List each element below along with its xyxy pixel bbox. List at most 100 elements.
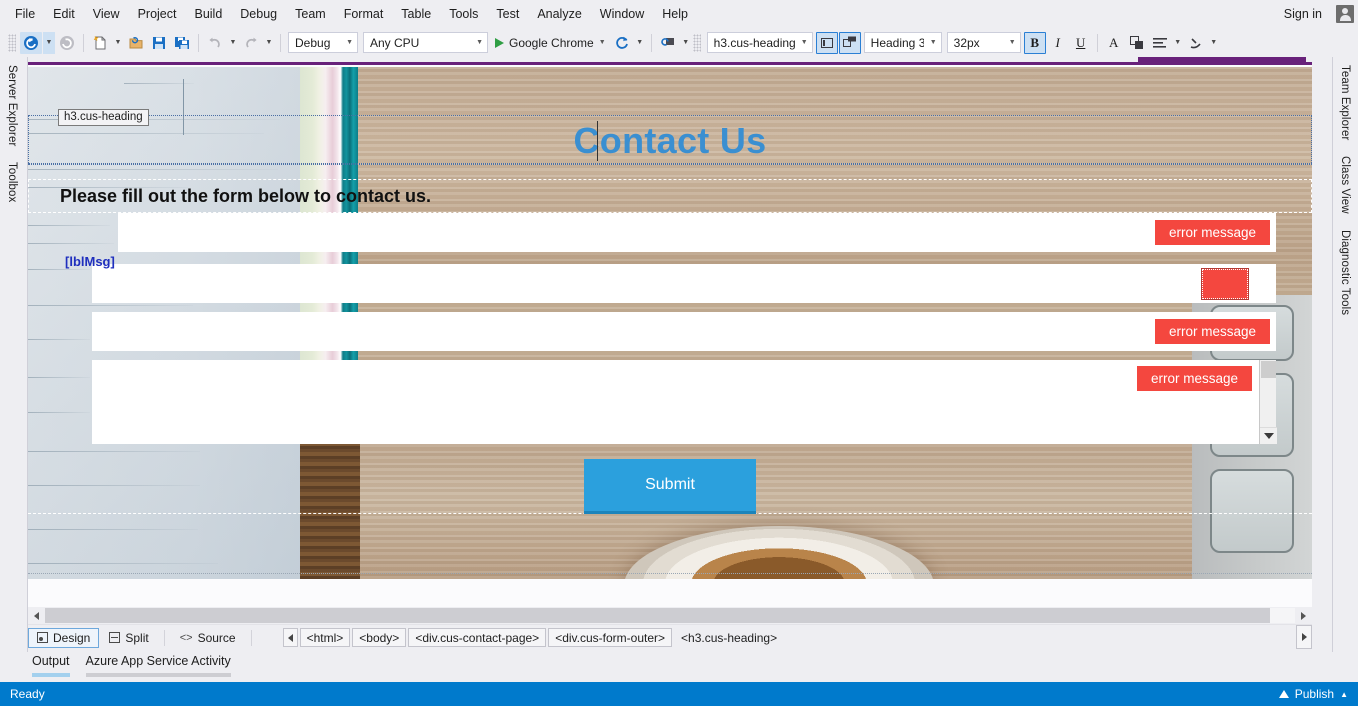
- tag-navigator-next-icon[interactable]: [1296, 625, 1312, 649]
- toolbar-grip-icon[interactable]: [8, 33, 16, 52]
- tab-split-view[interactable]: Split: [101, 628, 156, 648]
- scroll-right-icon[interactable]: [1295, 607, 1312, 624]
- menu-item-analyze[interactable]: Analyze: [528, 2, 590, 26]
- output-pane-tabs: Output Azure App Service Activity: [0, 652, 1358, 682]
- save-button[interactable]: [148, 32, 170, 54]
- publish-up-arrow-icon: [1278, 690, 1289, 698]
- page-subtitle[interactable]: Please fill out the form below to contac…: [28, 181, 1312, 211]
- scrollbar-thumb[interactable]: [45, 608, 1270, 623]
- tag-navigator-contact-page[interactable]: <div.cus-contact-page>: [408, 628, 547, 647]
- save-all-button[interactable]: [171, 32, 193, 54]
- error-message-1[interactable]: error message: [1154, 220, 1270, 245]
- align-dropdown-icon[interactable]: ▼: [1172, 32, 1184, 54]
- new-style-button[interactable]: [838, 31, 861, 54]
- tab-source-view[interactable]: <> Source: [172, 628, 244, 648]
- page-heading[interactable]: Contact Us: [28, 117, 1312, 165]
- navigate-backward-button[interactable]: [20, 31, 42, 54]
- design-canvas[interactable]: esc > < Contact Us Please fill out the f…: [28, 67, 1312, 579]
- clear-formatting-button[interactable]: [1185, 32, 1207, 54]
- menu-item-window[interactable]: Window: [591, 2, 653, 26]
- align-button[interactable]: [1149, 32, 1171, 54]
- block-format-combo[interactable]: Heading 3 ▼: [863, 32, 942, 53]
- signin-button[interactable]: Sign in: [1278, 4, 1328, 24]
- menu-item-debug[interactable]: Debug: [231, 2, 286, 26]
- browser-link-button[interactable]: [657, 32, 679, 54]
- italic-button[interactable]: I: [1047, 32, 1069, 54]
- navigate-forward-button[interactable]: [56, 32, 78, 54]
- underline-button[interactable]: U: [1070, 32, 1092, 54]
- error-message-2[interactable]: [1201, 267, 1249, 300]
- style-selector-combo[interactable]: h3.cus-heading ▼: [706, 32, 813, 53]
- tab-output-label: Output: [32, 654, 70, 668]
- solution-configuration-combo[interactable]: Debug ▼: [288, 32, 358, 53]
- new-file-dropdown-icon[interactable]: ▼: [112, 32, 124, 54]
- tab-azure-app-service-activity[interactable]: Azure App Service Activity: [78, 652, 239, 677]
- tag-navigator-html[interactable]: <html>: [299, 628, 351, 647]
- dock-tab-server-explorer[interactable]: Server Explorer: [0, 57, 24, 154]
- refresh-dropdown-icon[interactable]: ▼: [634, 32, 646, 54]
- menu-item-tools[interactable]: Tools: [440, 2, 487, 26]
- menu-item-format[interactable]: Format: [335, 2, 393, 26]
- background-color-button[interactable]: [1126, 32, 1148, 54]
- chevron-down-icon: ▼: [929, 39, 937, 46]
- toolbar-overflow-icon[interactable]: ▼: [1208, 32, 1220, 54]
- menu-item-view[interactable]: View: [84, 2, 129, 26]
- navigate-backward-dropdown-icon[interactable]: ▼: [43, 31, 55, 54]
- textarea-scrollbar-thumb[interactable]: [1261, 361, 1276, 378]
- redo-button[interactable]: [240, 32, 262, 54]
- tag-navigator-body[interactable]: <body>: [352, 628, 407, 647]
- open-file-button[interactable]: [125, 32, 147, 54]
- scroll-left-icon[interactable]: [28, 607, 45, 624]
- message-textarea[interactable]: error message: [92, 360, 1277, 444]
- browser-link-dropdown-icon[interactable]: ▼: [680, 32, 692, 54]
- label-lblmsg[interactable]: [lblMsg]: [65, 254, 115, 269]
- menu-item-team[interactable]: Team: [286, 2, 335, 26]
- dock-tab-toolbox[interactable]: Toolbox: [0, 154, 24, 210]
- toolbar-separator: [650, 33, 652, 52]
- tag-navigator-form-outer[interactable]: <div.cus-form-outer>: [548, 628, 673, 647]
- submit-button[interactable]: Submit: [584, 459, 756, 514]
- textarea-scrollbar[interactable]: [1259, 360, 1277, 444]
- bold-button[interactable]: B: [1023, 31, 1046, 54]
- menu-item-project[interactable]: Project: [129, 2, 186, 26]
- solution-configuration-value: Debug: [295, 35, 331, 50]
- scrollbar-track[interactable]: [45, 608, 1295, 623]
- menu-item-build[interactable]: Build: [185, 2, 231, 26]
- redo-dropdown-icon[interactable]: ▼: [263, 32, 275, 54]
- tab-output[interactable]: Output: [24, 652, 78, 677]
- menu-item-table[interactable]: Table: [392, 2, 440, 26]
- toolbar-grip-icon[interactable]: [692, 33, 701, 52]
- chevron-down-icon: ▼: [476, 39, 483, 46]
- tag-navigator-h3-heading[interactable]: <h3.cus-heading>: [674, 628, 784, 647]
- new-file-button[interactable]: [89, 32, 111, 54]
- undo-dropdown-icon[interactable]: ▼: [227, 32, 239, 54]
- subject-input[interactable]: error message: [92, 312, 1276, 351]
- dock-tab-team-explorer[interactable]: Team Explorer: [1333, 57, 1357, 148]
- undo-button[interactable]: [204, 32, 226, 54]
- error-message-3[interactable]: error message: [1154, 319, 1270, 344]
- publish-button[interactable]: Publish ▲: [1278, 687, 1348, 701]
- avatar-icon[interactable]: [1336, 5, 1354, 23]
- tab-design-view[interactable]: Design: [28, 627, 100, 648]
- menu-item-help[interactable]: Help: [653, 2, 697, 26]
- solution-platform-combo[interactable]: Any CPU ▼: [363, 32, 488, 53]
- dock-tab-class-view[interactable]: Class View: [1333, 148, 1357, 222]
- design-horizontal-scrollbar[interactable]: [28, 607, 1312, 624]
- error-message-4[interactable]: error message: [1136, 366, 1252, 391]
- font-size-combo[interactable]: 32px ▼: [946, 32, 1021, 53]
- selected-tag-badge[interactable]: h3.cus-heading: [58, 109, 149, 126]
- menu-item-edit[interactable]: Edit: [44, 2, 84, 26]
- dock-tab-diagnostic-tools[interactable]: Diagnostic Tools: [1333, 222, 1357, 323]
- right-dock: Team Explorer Class View Diagnostic Tool…: [1332, 57, 1358, 690]
- menu-item-file[interactable]: File: [6, 2, 44, 26]
- refresh-button[interactable]: [611, 32, 633, 54]
- scroll-down-icon[interactable]: [1260, 427, 1277, 444]
- foreground-color-button[interactable]: A: [1103, 32, 1125, 54]
- page-subtitle-text: Please fill out the form below to contac…: [60, 185, 432, 206]
- start-debugging-button[interactable]: Google Chrome ▼: [491, 32, 610, 54]
- style-application-button[interactable]: [815, 31, 838, 54]
- email-input[interactable]: [92, 264, 1276, 303]
- tag-navigator-prev-icon[interactable]: [282, 628, 298, 647]
- menu-item-test[interactable]: Test: [487, 2, 528, 26]
- name-input[interactable]: error message: [118, 213, 1276, 252]
